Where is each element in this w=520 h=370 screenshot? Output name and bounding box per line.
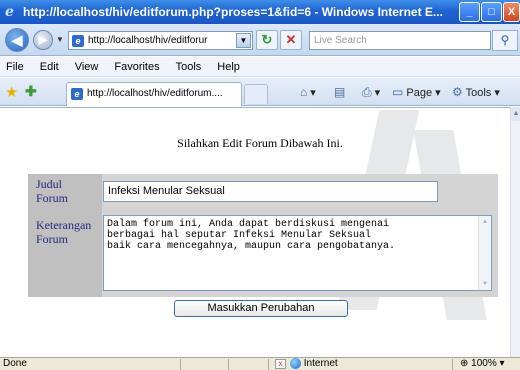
- stop-button[interactable]: ✕: [280, 30, 302, 50]
- textarea-scroll-up-icon[interactable]: ▲: [479, 216, 491, 228]
- zone-label: Internet: [303, 358, 338, 370]
- tools-menu-button[interactable]: ⚙ Tools ▾: [452, 85, 500, 99]
- search-input[interactable]: Live Search: [309, 31, 491, 50]
- address-dropdown-icon[interactable]: ▼: [236, 33, 251, 48]
- zoom-control[interactable]: ⊕ 100% ▾: [460, 358, 505, 370]
- menu-tools[interactable]: Tools: [176, 61, 202, 73]
- home-button[interactable]: ⌂ ▾: [300, 85, 316, 99]
- maximize-button[interactable]: □: [481, 2, 502, 22]
- status-divider: [268, 359, 269, 370]
- zoom-icon: ⊕: [460, 358, 469, 369]
- textarea-scrollbar[interactable]: ▲ ▼: [478, 216, 491, 290]
- judul-label: Judul Forum: [28, 174, 102, 214]
- scroll-up-icon[interactable]: ▲: [511, 107, 520, 121]
- status-bar: Done x Internet ⊕ 100% ▾: [0, 357, 520, 370]
- refresh-button[interactable]: ↻: [256, 30, 278, 50]
- keterangan-forum-textarea[interactable]: Dalam forum ini, Anda dapat berdiskusi m…: [103, 215, 492, 291]
- tab-page-icon: e: [71, 88, 83, 100]
- menu-file[interactable]: File: [6, 61, 24, 73]
- back-button[interactable]: ◀: [5, 28, 29, 52]
- submit-button[interactable]: Masukkan Perubahan: [174, 300, 348, 317]
- zoom-label: 100%: [471, 358, 497, 369]
- judul-label-line2: Forum: [36, 191, 69, 205]
- forward-button[interactable]: ▶: [33, 30, 53, 50]
- security-zone[interactable]: x Internet: [275, 358, 338, 370]
- judul-label-line1: Judul: [36, 177, 63, 191]
- print-button[interactable]: ⎙ ▾: [362, 85, 380, 100]
- keterangan-label: Keterangan Forum: [28, 214, 102, 297]
- menu-bar: File Edit View Favorites Tools Help: [0, 57, 520, 77]
- address-field[interactable]: e http://localhost/hiv/editforur ▼: [68, 31, 253, 50]
- menu-help[interactable]: Help: [217, 61, 240, 73]
- internet-globe-icon: [290, 358, 301, 369]
- tab-bar: ★ ✚ e http://localhost/hiv/editforum....…: [0, 78, 520, 106]
- ie-logo-icon: e: [5, 4, 14, 20]
- page-menu-icon: ▭: [392, 85, 404, 99]
- menu-view[interactable]: View: [75, 61, 99, 73]
- textarea-scroll-down-icon[interactable]: ▼: [479, 278, 491, 290]
- tab-label: http://localhost/hiv/editforum....: [87, 88, 223, 99]
- address-text[interactable]: http://localhost/hiv/editforur: [88, 35, 208, 46]
- feeds-icon: ▤: [334, 85, 346, 99]
- page-icon: e: [72, 35, 84, 47]
- keterangan-text: Dalam forum ini, Anda dapat berdiskusi m…: [107, 219, 396, 252]
- keterangan-label-line2: Forum: [36, 232, 69, 246]
- title-bar: e http://localhost/hiv/editforum.php?pro…: [0, 0, 520, 24]
- tools-gear-icon: ⚙: [452, 85, 463, 99]
- form-title: Silahkan Edit Forum Dibawah Ini.: [177, 136, 343, 150]
- menu-favorites[interactable]: Favorites: [114, 61, 159, 73]
- print-icon: ⎙: [362, 85, 372, 99]
- close-button[interactable]: X: [503, 2, 520, 22]
- search-button[interactable]: ⚲: [492, 30, 518, 51]
- minimize-button[interactable]: _: [459, 2, 480, 22]
- status-divider: [452, 359, 453, 370]
- window-title: http://localhost/hiv/editforum.php?prose…: [23, 5, 443, 19]
- status-divider: [180, 359, 181, 370]
- feeds-button[interactable]: ▤: [334, 85, 345, 99]
- new-tab-button[interactable]: [244, 84, 268, 104]
- page-menu-button[interactable]: ▭ Page ▾: [392, 85, 441, 99]
- menu-edit[interactable]: Edit: [40, 61, 59, 73]
- history-dropdown-icon[interactable]: ▼: [56, 35, 64, 44]
- add-favorites-icon[interactable]: ✚: [25, 83, 37, 100]
- favorites-star-icon[interactable]: ★: [5, 83, 18, 101]
- blocked-content-icon: x: [275, 358, 286, 369]
- address-bar: ◀ ▶ ▼ e http://localhost/hiv/editforur ▼…: [0, 24, 520, 56]
- home-icon: ⌂: [300, 85, 308, 99]
- tab-current[interactable]: e http://localhost/hiv/editforum....: [66, 82, 242, 106]
- page-menu-label: Page: [406, 87, 433, 99]
- status-divider: [228, 359, 229, 370]
- judul-forum-input[interactable]: Infeksi Menular Seksual: [103, 181, 438, 202]
- keterangan-label-line1: Keterangan: [36, 218, 92, 232]
- tools-menu-label: Tools: [465, 87, 492, 99]
- status-text: Done: [3, 358, 27, 369]
